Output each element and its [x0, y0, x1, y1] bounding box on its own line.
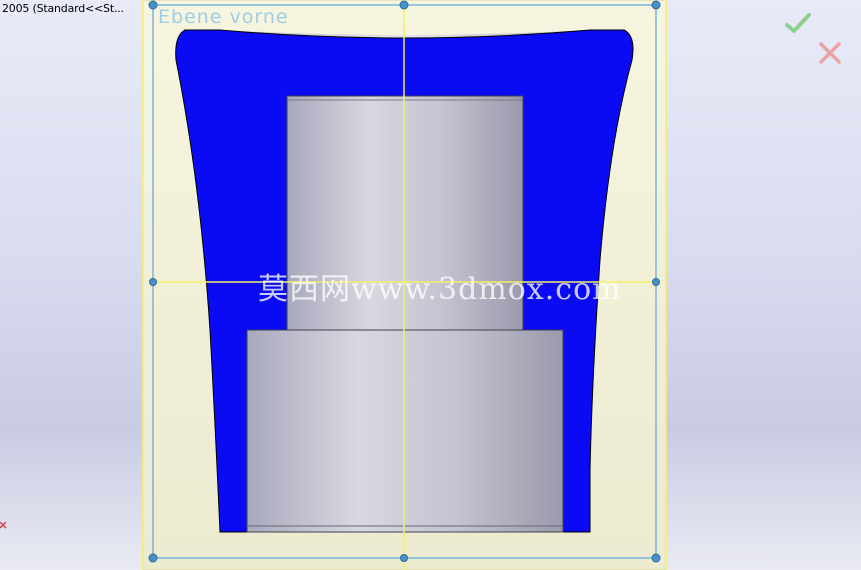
handle-bottom-left: [148, 553, 158, 563]
handle-mid-right: [652, 278, 660, 286]
window-title: 2005 (Standard<<St...: [2, 2, 124, 15]
x-close-icon: [819, 42, 841, 64]
handle-mid-left: [149, 278, 157, 286]
cancel-button[interactable]: [815, 38, 845, 68]
handle-top-left: [148, 0, 158, 10]
watermark: 莫西网www.3dmox.com: [258, 272, 622, 307]
handle-top-mid: [399, 0, 409, 10]
confirm-button[interactable]: [783, 9, 813, 39]
lower-bore: [246, 329, 564, 533]
handle-bottom-right: [651, 553, 661, 563]
graphics-viewport[interactable]: 2005 (Standard<<St... Ebene vorne 莫西网www…: [0, 0, 861, 570]
plane-label: Ebene vorne: [158, 6, 289, 28]
handle-bottom-mid: [400, 554, 408, 562]
triad-icon: [0, 521, 7, 529]
handle-top-right: [651, 0, 661, 10]
checkmark-icon: [785, 13, 811, 33]
